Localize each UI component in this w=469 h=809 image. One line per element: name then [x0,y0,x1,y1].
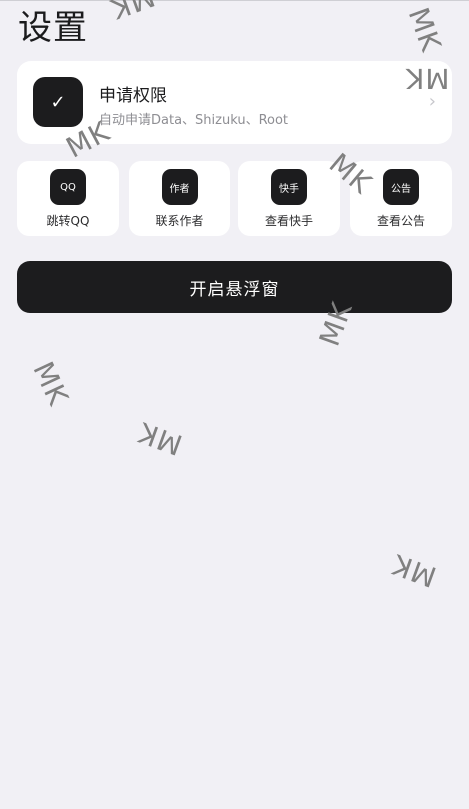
announcement-icon: 公告 [383,169,419,205]
contact-author-button[interactable]: 作者 联系作者 [129,161,230,236]
kuaishou-icon: 快手 [271,169,307,205]
open-floating-window-button[interactable]: 开启悬浮窗 [17,261,452,313]
permission-title: 申请权限 [99,86,167,106]
watermark-mk: MK [26,356,76,411]
watermark-mk: MK [105,0,160,26]
checkmark-icon: ✓ [33,77,83,127]
request-permission-card[interactable]: ✓ 申请权限 自动申请Data、Shizuku、Root › [17,61,452,144]
quick-action-label: 联系作者 [155,214,204,228]
author-icon: 作者 [161,169,198,205]
permission-subtitle: 自动申请Data、Shizuku、Root [99,113,289,128]
quick-action-label: 查看公告 [376,214,425,228]
view-announcement-button[interactable]: 公告 查看公告 [350,161,452,236]
view-kuaishou-button[interactable]: 快手 查看快手 [238,161,340,236]
qq-icon: QQ [50,169,86,205]
quick-action-label: 查看快手 [264,214,313,228]
jump-qq-button[interactable]: QQ 跳转QQ [17,161,119,236]
chevron-right-icon: › [428,91,436,112]
quick-actions-row: QQ 跳转QQ 作者 联系作者 快手 查看快手 公告 查看公告 [17,161,452,236]
watermark-mk: MK [133,415,187,462]
quick-action-label: 跳转QQ [46,214,90,228]
watermark-mk: MK [401,3,448,57]
page-title: 设置 [18,8,88,48]
watermark-mk: MK [387,547,441,594]
